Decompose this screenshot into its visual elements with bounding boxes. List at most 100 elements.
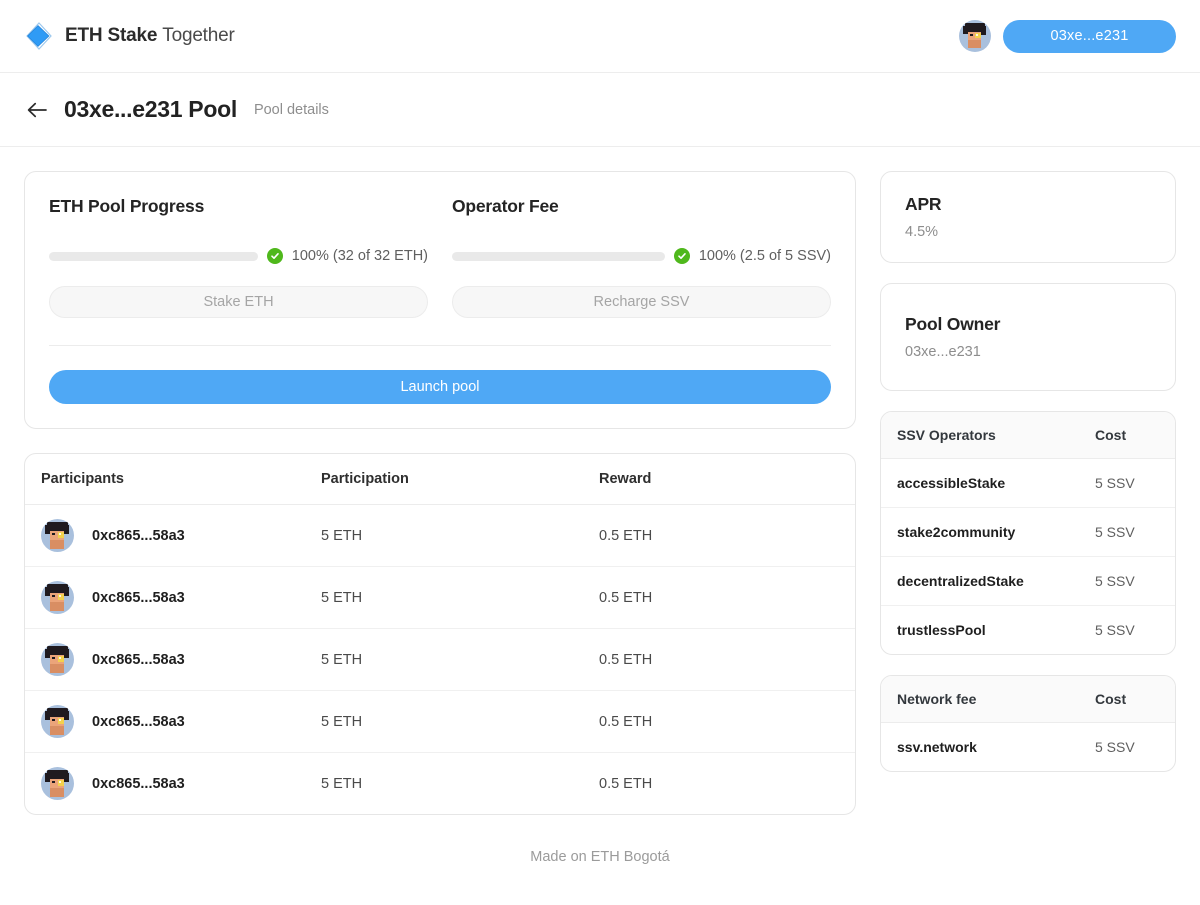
column-header-cost: Cost [1079,412,1175,459]
apr-card: APR 4.5% [880,171,1176,263]
page-footer: Made on ETH Bogotá [530,849,670,865]
main-column: ETH Pool Progress 100% (32 of 32 ETH) St… [24,171,856,815]
pool-summary-card: ETH Pool Progress 100% (32 of 32 ETH) St… [24,171,856,429]
operator-cost: 5 SSV [1079,556,1175,606]
operator-fee-heading: Operator Fee [452,196,559,216]
pool-owner-value: 03xe...e231 [905,344,981,360]
brand-title-light: Together [162,25,235,46]
page-header: 03xe...e231 Pool Pool details [0,73,1200,147]
participant-cell: 0xc865...58a3 [25,566,305,629]
operator-progress-row: 100% (2.5 of 5 SSV) [452,248,831,264]
ssv-operators-body: accessibleStake 5 SSV stake2community 5 SSV… [881,458,1175,655]
wallet-address-button[interactable]: 03xe...e231 [1003,19,1176,53]
apr-title: APR [905,194,942,214]
reward-cell: 0.5 ETH [583,690,855,753]
column-header-participants: Participants [25,454,305,505]
page-body: ETH Pool Progress 100% (32 of 32 ETH) St… [0,147,1200,839]
participant-address: 0xc865...58a3 [92,713,185,730]
participant-address: 0xc865...58a3 [92,589,185,606]
table-header-row: SSV Operators Cost [881,412,1175,459]
network-fee-head: Network fee Cost [881,676,1175,723]
participant-cell: 0xc865...58a3 [25,753,305,815]
network-fee-body: ssv.network 5 SSV [881,723,1175,772]
ssv-operators-card: SSV Operators Cost accessibleStake 5 SSV s… [880,411,1176,655]
operator-progress-label: 100% (2.5 of 5 SSV) [698,248,831,264]
pool-owner-card: Pool Owner 03xe...e231 [880,283,1176,391]
apr-value: 4.5% [905,224,939,240]
top-navigation-bar: ETH Stake Together 03xe...e231 [0,0,1200,73]
reward-cell: 0.5 ETH [583,566,855,629]
participant-avatar [41,581,74,614]
brand-title: ETH Stake Together [65,25,235,47]
operator-name: trustlessPool [897,622,986,638]
brand-logo-group[interactable]: ETH Stake Together [24,21,235,51]
table-row[interactable]: 0xc865...58a3 5 ETH 0.5 ETH [25,690,855,753]
operator-cost: 5 SSV [1079,507,1175,557]
operator-name: accessibleStake [881,458,1079,508]
check-circle-icon [266,248,283,264]
ssv-operators-table: SSV Operators Cost accessibleStake 5 SSV s… [881,412,1175,654]
operator-name: decentralizedStake [881,556,1079,606]
participant-avatar [41,519,74,552]
ssv-operators-head: SSV Operators Cost [881,412,1175,459]
brand-title-bold: ETH Stake [65,25,158,46]
eth-pool-progress-section: ETH Pool Progress 100% (32 of 32 ETH) St… [49,196,428,318]
participation-cell: 5 ETH [305,690,583,753]
table-row[interactable]: accessibleStake 5 SSV [881,458,1175,508]
page-subtitle: Pool details [253,101,329,118]
table-row[interactable]: ssv.network 5 SSV [881,723,1175,772]
reward-cell: 0.5 ETH [599,775,653,792]
table-row[interactable]: 0xc865...58a3 5 ETH 0.5 ETH [25,566,855,629]
participant-avatar [41,643,74,676]
network-fee-table: Network fee Cost ssv.network 5 SSV [881,676,1175,771]
participant-address: 0xc865...58a3 [92,651,185,668]
column-header-cost: Cost [1079,676,1175,723]
recharge-ssv-button[interactable]: Recharge SSV [452,286,831,318]
table-header-row: Participants Participation Reward [25,454,855,505]
participant-avatar [41,767,74,800]
column-header-ssv-operators: SSV Operators [881,412,1079,459]
eth-progress-label: 100% (32 of 32 ETH) [291,248,428,264]
pool-owner-title: Pool Owner [905,314,1001,334]
eth-progress-row: 100% (32 of 32 ETH) [49,248,428,264]
participants-table-card: Participants Participation Reward 0xc865… [24,453,856,815]
table-row[interactable]: 0xc865...58a3 5 ETH 0.5 ETH [25,628,855,691]
table-row[interactable]: decentralizedStake 5 SSV [881,556,1175,606]
column-header-network-fee: Network fee [881,676,1079,723]
column-header-participation: Participation [305,454,583,505]
participant-cell: 0xc865...58a3 [25,628,305,691]
network-fee-cost: 5 SSV [1095,739,1135,755]
participation-cell: 5 ETH [305,504,583,567]
participant-address: 0xc865...58a3 [92,775,185,792]
arrow-left-icon[interactable] [24,97,50,123]
reward-cell: 0.5 ETH [583,504,855,567]
participants-table-body: 0xc865...58a3 5 ETH 0.5 ETH 0xc865...58a3 5 … [25,504,855,815]
eth-pool-progress-heading: ETH Pool Progress [49,196,205,216]
column-header-reward: Reward [583,454,855,505]
table-row[interactable]: 0xc865...58a3 5 ETH 0.5 ETH [25,504,855,567]
page-title: 03xe...e231 Pool [64,96,237,122]
participants-table-head: Participants Participation Reward [25,454,855,505]
operator-name: stake2community [881,507,1079,557]
operator-cost: 5 SSV [1079,458,1175,508]
stake-eth-button[interactable]: Stake ETH [49,286,428,318]
operator-cost: 5 SSV [1095,622,1135,638]
participant-address: 0xc865...58a3 [92,527,185,544]
card-divider [49,345,831,346]
participant-cell: 0xc865...58a3 [25,690,305,753]
participant-cell: 0xc865...58a3 [25,504,305,567]
table-row[interactable]: trustlessPool 5 SSV [881,606,1175,655]
table-row[interactable]: 0xc865...58a3 5 ETH 0.5 ETH [25,753,855,815]
table-row[interactable]: stake2community 5 SSV [881,507,1175,557]
eth-progress-track [49,251,258,261]
reward-cell: 0.5 ETH [583,628,855,691]
pool-progress-columns: ETH Pool Progress 100% (32 of 32 ETH) St… [49,196,831,318]
header-avatar[interactable] [959,20,991,52]
operator-fee-section: Operator Fee 100% (2.5 of 5 SSV) Recharg… [452,196,831,318]
participant-avatar [41,705,74,738]
participation-cell: 5 ETH [305,628,583,691]
network-fee-card: Network fee Cost ssv.network 5 SSV [880,675,1176,772]
check-circle-icon [673,248,690,264]
launch-pool-button[interactable]: Launch pool [49,370,831,404]
table-header-row: Network fee Cost [881,676,1175,723]
